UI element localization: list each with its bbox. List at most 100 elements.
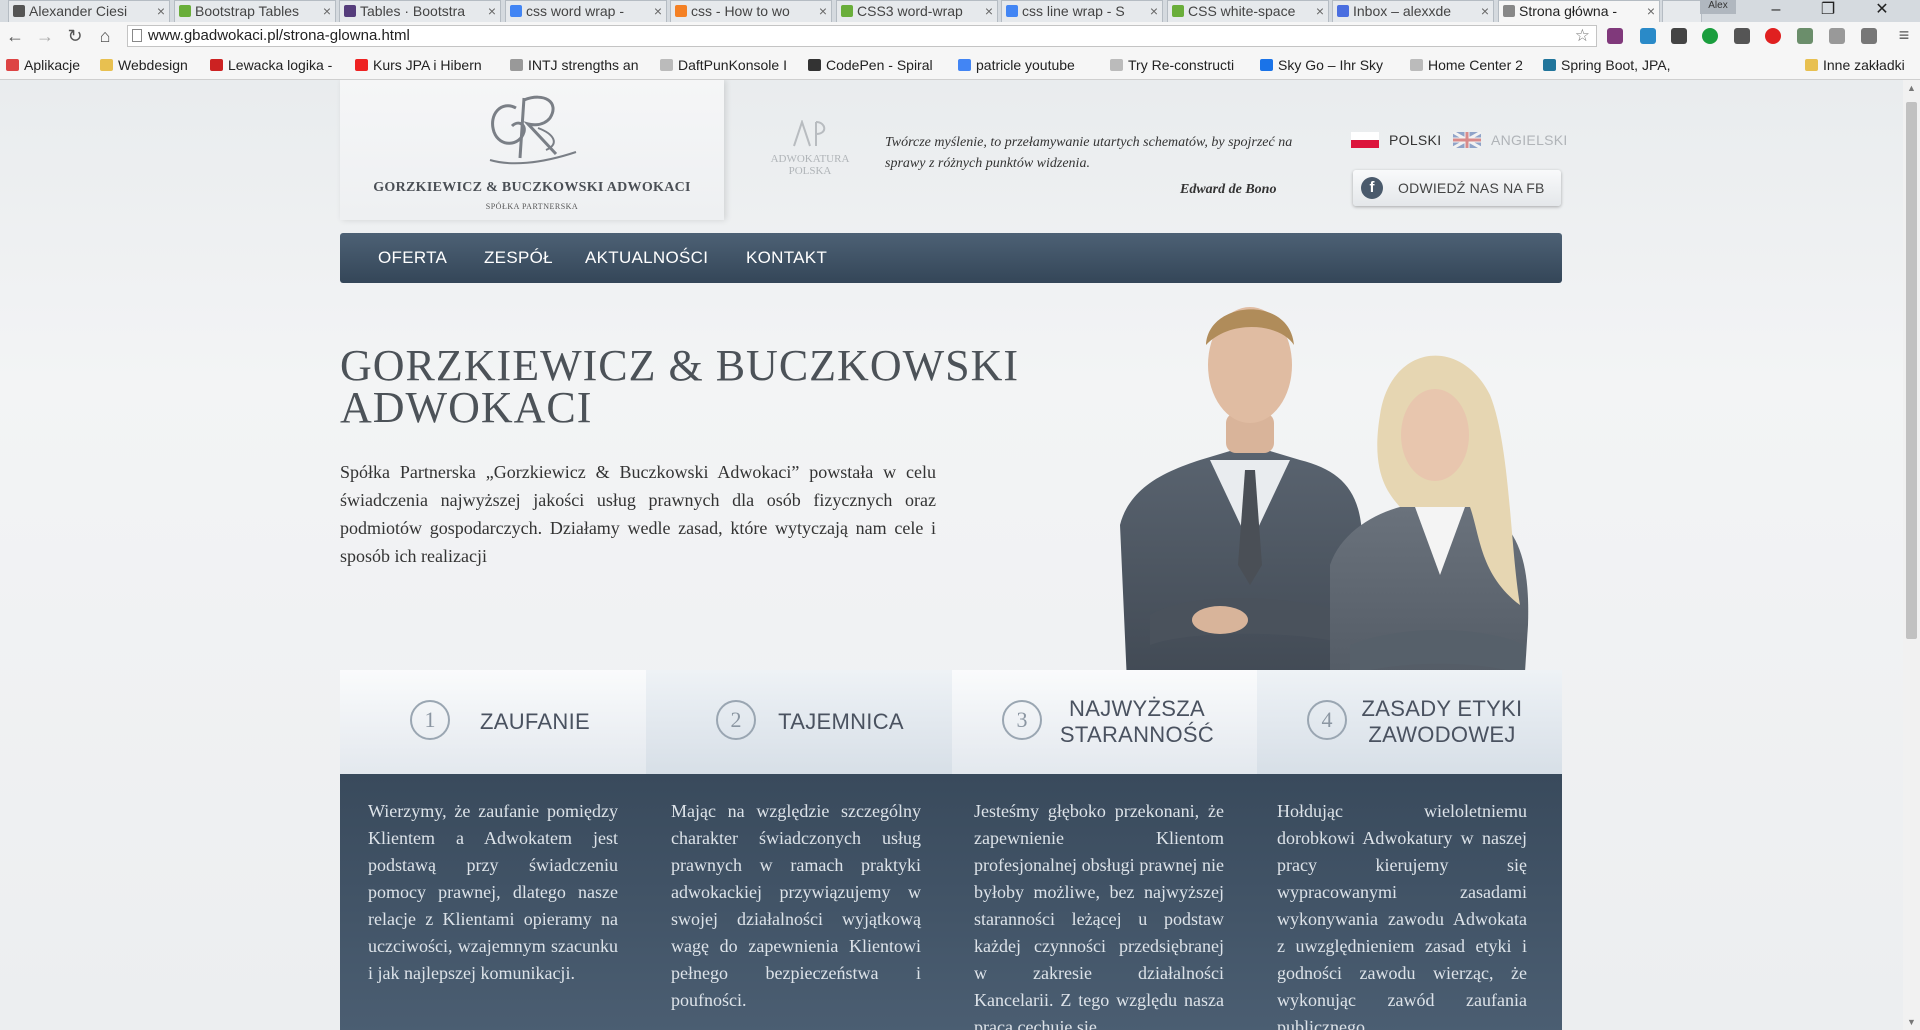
bookmark-item[interactable]: Try Re-constructi (1110, 57, 1234, 73)
adwokatura-logo: ADWOKATURA POLSKA (760, 118, 860, 180)
feature-tab-2[interactable]: 2 TAJEMNICA (646, 670, 952, 774)
bookmark-label: Sky Go – Ihr Sky (1278, 57, 1384, 73)
tab-close-icon[interactable]: × (488, 1, 496, 21)
new-tab-button[interactable] (1662, 0, 1702, 22)
feature-tab-4[interactable]: 4 ZASADY ETYKI ZAWODOWEJ (1257, 670, 1562, 774)
lang-angielski[interactable]: ANGIELSKI (1491, 132, 1568, 148)
nav-aktualnosci[interactable]: AKTUALNOŚCI (585, 248, 708, 268)
pocket-icon[interactable] (1671, 28, 1687, 44)
browser-tab[interactable]: Inbox – alexxde × (1332, 0, 1494, 22)
bookmark-icon (100, 59, 113, 71)
bookmark-icon (660, 59, 673, 71)
browser-tab[interactable]: Alexander Ciesi × (8, 0, 170, 22)
tab-favicon-icon (179, 5, 191, 17)
tab-close-icon[interactable]: × (1647, 1, 1655, 21)
nav-oferta[interactable]: OFERTA (378, 248, 447, 268)
evernote-icon[interactable] (1702, 28, 1718, 44)
feature-tab-3[interactable]: 3 NAJWYŻSZA STARANNOŚĆ (952, 670, 1258, 774)
reload-icon[interactable]: ↻ (64, 26, 86, 47)
browser-tab[interactable]: CSS3 word-wrap × (836, 0, 998, 22)
tab-label: CSS3 word-wrap (857, 3, 963, 19)
browser-tab[interactable]: css line wrap - S × (1001, 0, 1163, 22)
feature-label: NAJWYŻSZA STARANNOŚĆ (1059, 696, 1215, 747)
cookie-icon[interactable] (1861, 28, 1877, 44)
forward-icon[interactable]: → (34, 26, 56, 47)
profile-badge[interactable]: Alex (1700, 0, 1736, 14)
puzzle-icon[interactable] (1797, 28, 1813, 44)
bookmark-label: Kurs JPA i Hibern (373, 57, 482, 73)
bookmark-item[interactable]: Sky Go – Ihr Sky (1260, 57, 1383, 73)
bookmark-item[interactable]: Aplikacje (6, 57, 80, 73)
feature-number-icon: 2 (716, 700, 756, 740)
menu-icon[interactable]: ≡ (1893, 25, 1915, 46)
nav-zespol[interactable]: ZESPÓŁ (484, 248, 553, 268)
bookmark-item[interactable]: Spring Boot, JPA, (1543, 57, 1670, 73)
tab-close-icon[interactable]: × (1481, 1, 1489, 21)
bookmark-star-icon[interactable]: ☆ (1575, 26, 1590, 46)
browser-tab[interactable]: Tables · Bootstra × (339, 0, 501, 22)
tab-close-icon[interactable]: × (157, 1, 165, 21)
feature-text-1: Wierzymy, że zaufanie pomiędzy Klientem … (368, 801, 618, 983)
address-bar[interactable]: www.gbadwokaci.pl/strona-glowna.html ☆ (127, 25, 1597, 47)
bookmark-icon (355, 59, 368, 71)
tab-close-icon[interactable]: × (985, 1, 993, 21)
scroll-thumb[interactable] (1906, 102, 1917, 639)
restore-icon[interactable]: ❐ (1808, 0, 1848, 22)
feature-label: ZASADY ETYKI ZAWODOWEJ (1361, 696, 1523, 747)
feature-number-icon: 1 (410, 700, 450, 740)
features-panel: Wierzymy, że zaufanie pomiędzy Klientem … (340, 774, 1562, 1030)
bookmark-item[interactable]: Kurs JPA i Hibern (355, 57, 482, 73)
feature-label: TAJEMNICA (778, 709, 904, 734)
opera-icon[interactable] (1765, 28, 1781, 44)
other-bookmarks[interactable]: Inne zakładki (1805, 57, 1905, 73)
close-window-icon[interactable]: ✕ (1862, 0, 1902, 22)
browser-tab[interactable]: Strona główna - × (1498, 0, 1660, 22)
onenote-icon[interactable] (1607, 28, 1623, 44)
tab-label: Tables · Bootstra (360, 3, 466, 19)
back-icon[interactable]: ← (4, 26, 26, 47)
nav-kontakt[interactable]: KONTAKT (746, 248, 827, 268)
tab-label: Bootstrap Tables (195, 3, 300, 19)
uk-flag-icon[interactable] (1453, 132, 1481, 148)
tab-favicon-icon (344, 5, 356, 17)
bookmark-label: Try Re-constructi (1128, 57, 1235, 73)
facebook-button[interactable]: f ODWIEDŹ NAS NA FB (1353, 170, 1561, 206)
minimize-icon[interactable]: – (1756, 0, 1796, 22)
tab-favicon-icon (1503, 5, 1515, 17)
logo[interactable]: GORZKIEWICZ & BUCZKOWSKI ADWOKACI SPÓŁKA… (340, 80, 724, 220)
tab-close-icon[interactable]: × (323, 1, 331, 21)
tab-favicon-icon (13, 5, 25, 17)
logo-monogram-icon (489, 95, 577, 165)
bookmark-item[interactable]: INTJ strengths an (510, 57, 639, 73)
tab-close-icon[interactable]: × (1316, 1, 1324, 21)
bookmark-item[interactable]: Home Center 2 (1410, 57, 1523, 73)
tab-favicon-icon (675, 5, 687, 17)
browser-tab[interactable]: css word wrap - × (505, 0, 667, 22)
home-icon[interactable]: ⌂ (94, 26, 116, 47)
feature-tab-1[interactable]: 1 ZAUFANIE (340, 670, 646, 774)
tab-close-icon[interactable]: × (654, 1, 662, 21)
lang-polski[interactable]: POLSKI (1389, 132, 1441, 148)
tab-label: CSS white-space (1188, 3, 1296, 19)
bookmark-item[interactable]: Webdesign (100, 57, 188, 73)
scroll-up-icon[interactable]: ▲ (1903, 80, 1920, 96)
bookmark-item[interactable]: Lewacka logika - (210, 57, 332, 73)
bookmark-item[interactable]: CodePen - Spiral (808, 57, 933, 73)
tab-close-icon[interactable]: × (1150, 1, 1158, 21)
browser-tab[interactable]: Bootstrap Tables × (174, 0, 336, 22)
browser-tab[interactable]: css - How to wo × (670, 0, 832, 22)
tab-close-icon[interactable]: × (819, 1, 827, 21)
bookmark-label: Home Center 2 (1428, 57, 1523, 73)
bookmark-label: Webdesign (118, 57, 188, 73)
tab-favicon-icon (1337, 5, 1349, 17)
feature-label: ZAUFANIE (480, 709, 590, 734)
extension-icon[interactable] (1640, 28, 1656, 44)
bookmark-item[interactable]: patricle youtube (958, 57, 1075, 73)
s-extension-icon[interactable] (1734, 28, 1750, 44)
bookmark-icon (958, 59, 971, 71)
scroll-down-icon[interactable]: ▼ (1903, 1014, 1920, 1030)
browser-tab[interactable]: CSS white-space × (1167, 0, 1329, 22)
database-icon[interactable] (1829, 28, 1845, 44)
bookmark-item[interactable]: DaftPunKonsole I (660, 57, 787, 73)
polish-flag-icon[interactable] (1351, 132, 1379, 148)
